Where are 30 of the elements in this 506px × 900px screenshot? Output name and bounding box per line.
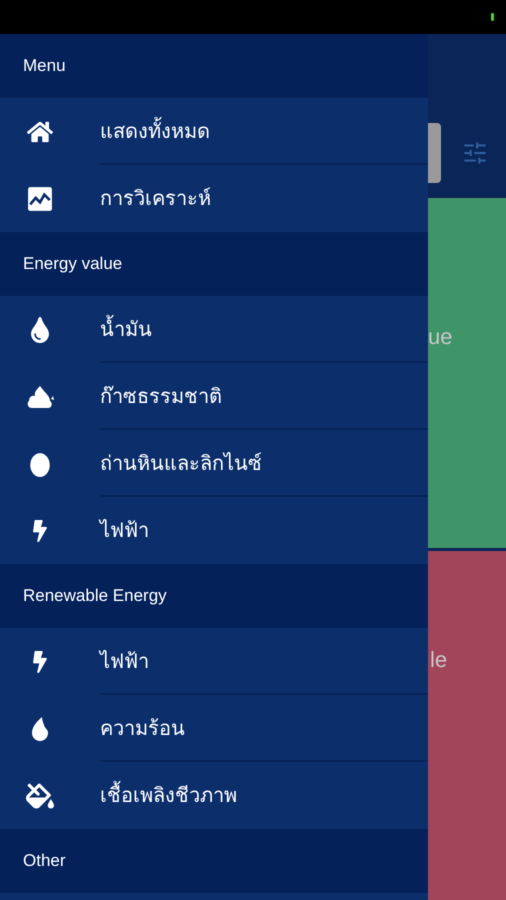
menu-item-label: น้ำมัน xyxy=(100,314,152,344)
paint-bucket-icon xyxy=(26,782,54,810)
menu-item[interactable]: ไฟฟ้า xyxy=(0,628,428,695)
menu-item[interactable]: ก๊าซธรรมชาติ xyxy=(0,363,428,430)
section-title: Menu xyxy=(23,55,66,78)
menu-item-label: ไฟฟ้า xyxy=(100,649,149,674)
section-title: Renewable Energy xyxy=(23,585,167,608)
menu-item-label: ก๊าซธรรมชาติ xyxy=(100,384,222,410)
section-title: Other xyxy=(23,850,66,872)
menu-item[interactable]: เชื้อเพลิงชีวภาพ xyxy=(0,762,428,829)
filter-icon[interactable] xyxy=(462,140,488,166)
section-title: Energy value xyxy=(23,253,122,276)
menu-item[interactable]: ไฟฟ้า xyxy=(0,497,428,564)
egg-icon xyxy=(29,450,51,476)
menu-item[interactable]: การวิเคราะห์ xyxy=(0,165,428,232)
menu-item[interactable]: ความร้อน xyxy=(0,695,428,762)
menu-item-label: ไฟฟ้า xyxy=(100,518,149,544)
search-field[interactable] xyxy=(428,122,441,182)
card-title: ue xyxy=(428,324,452,349)
card-title: le xyxy=(430,647,448,672)
menu-item-label: แสดงทั้งหมด xyxy=(100,116,210,146)
chart-icon xyxy=(25,186,55,212)
menu-item-label: เชื้อเพลิงชีวภาพ xyxy=(100,780,237,810)
menu-item[interactable]: แสดงทั้งหมด xyxy=(0,98,428,165)
menu-item-label: ความร้อน xyxy=(100,716,185,742)
menu-item-label: การวิเคราะห์ xyxy=(100,186,211,212)
menu-item[interactable]: น้ำมัน xyxy=(0,296,428,363)
menu-item[interactable]: ถ่านหินและลิกไนซ์ xyxy=(0,430,428,497)
menu-item-label: ถ่านหินและลิกไนซ์ xyxy=(100,451,262,476)
cloud-flame-icon xyxy=(26,384,54,410)
